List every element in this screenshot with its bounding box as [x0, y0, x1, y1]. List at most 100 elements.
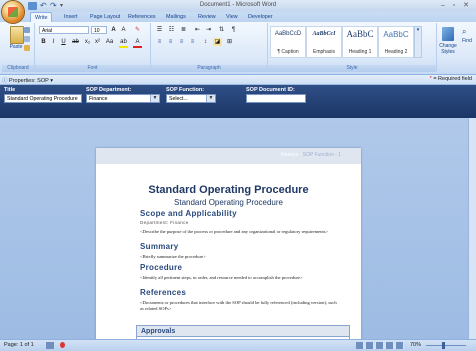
font-name-combo[interactable]: Arial [39, 26, 89, 34]
highlight-icon[interactable]: ab [119, 38, 128, 48]
document-subtitle[interactable]: Standard Operating Procedure [96, 198, 361, 207]
references-text[interactable]: <Documents or procedures that interface … [140, 300, 340, 312]
borders-icon[interactable]: ⊞ [225, 38, 234, 46]
style-emphasis[interactable]: AaBbCcI Emphasis [306, 26, 342, 58]
decrease-indent-icon[interactable]: ⇤ [193, 26, 202, 34]
style-heading-1[interactable]: AaBbC Heading 1 [342, 26, 378, 58]
approvals-heading: Approvals [137, 326, 349, 337]
undo-icon[interactable]: ↶ [40, 2, 49, 10]
sort-icon[interactable]: ⇅ [217, 26, 226, 34]
bold-icon[interactable]: B [39, 38, 48, 46]
bullets-icon[interactable]: ☰ [155, 26, 164, 34]
multilevel-list-icon[interactable]: ≣ [179, 26, 188, 34]
save-icon[interactable] [28, 2, 37, 10]
department-line[interactable]: Department: Finance [140, 220, 340, 226]
document-information-panel: Title Standard Operating Procedure SOP D… [0, 85, 476, 118]
page-header[interactable]: Finance - SOP Function - 1 [96, 148, 361, 164]
copy-icon[interactable] [24, 36, 30, 42]
tab-developer[interactable]: Developer [244, 12, 277, 22]
subscript-icon[interactable]: x₂ [83, 38, 92, 46]
heading-scope[interactable]: Scope and Applicability [140, 209, 237, 218]
shrink-font-icon[interactable]: A [119, 26, 128, 34]
procedure-text[interactable]: <Identify all pertinent steps, in order,… [140, 275, 340, 281]
numbering-icon[interactable]: ☷ [167, 26, 176, 34]
tab-references[interactable]: References [124, 12, 160, 22]
strikethrough-icon[interactable]: ab [71, 38, 80, 46]
group-label-clipboard: Clipboard [2, 65, 34, 72]
document-page[interactable]: Finance - SOP Function - 1 Standard Oper… [96, 148, 361, 339]
function-dropdown[interactable]: Select... ▼ [166, 94, 216, 103]
paste-icon[interactable] [10, 26, 24, 44]
style-caption[interactable]: AaBbCcD ¶ Caption [270, 26, 306, 58]
cut-icon[interactable] [24, 27, 30, 33]
styles-scroll-icon[interactable]: ▾ [414, 26, 422, 58]
zoom-slider-handle[interactable] [442, 342, 445, 349]
ribbon-tabs: Write Insert Page Layout References Mail… [0, 12, 476, 22]
find-button[interactable]: Find [460, 38, 474, 44]
title-label: Title [4, 87, 16, 93]
properties-label: Properties: SOP [9, 78, 49, 84]
zoom-level[interactable]: 70% [410, 342, 421, 348]
vertical-scrollbar[interactable] [468, 118, 476, 339]
superscript-icon[interactable]: x² [93, 38, 102, 46]
style-name: Heading 2 [384, 49, 408, 55]
document-canvas[interactable]: Finance - SOP Function - 1 Standard Oper… [0, 118, 468, 339]
macro-record-icon[interactable] [60, 342, 65, 348]
approvals-table[interactable]: Approvals [136, 325, 350, 339]
justify-icon[interactable]: ≡ [188, 38, 197, 46]
paste-button[interactable]: Paste [6, 44, 26, 50]
font-size-combo[interactable]: 10 [91, 26, 107, 34]
heading-procedure[interactable]: Procedure [140, 263, 182, 272]
heading-references[interactable]: References [140, 288, 186, 297]
increase-indent-icon[interactable]: ⇥ [204, 26, 213, 34]
change-styles-icon[interactable] [442, 27, 454, 41]
qat-customize-icon[interactable]: ▾ [60, 2, 69, 10]
title-field[interactable]: Standard Operating Procedure [4, 94, 82, 103]
properties-title[interactable]: ⓘ Properties: SOP ▾ [2, 76, 53, 84]
underline-icon[interactable]: U [59, 38, 68, 46]
department-dropdown[interactable]: Finance ▼ [86, 94, 160, 103]
change-styles-button[interactable]: Change Styles [437, 43, 459, 55]
chevron-down-icon[interactable]: ▾ [50, 78, 53, 84]
redo-icon[interactable]: ↷ [50, 2, 59, 10]
document-title[interactable]: Standard Operating Procedure [96, 184, 361, 196]
page-count[interactable]: Page: 1 of 1 [4, 342, 34, 348]
heading-summary[interactable]: Summary [140, 242, 179, 251]
office-button[interactable] [2, 1, 24, 23]
status-bar: Page: 1 of 1 70% [0, 339, 476, 351]
zoom-slider[interactable] [426, 345, 466, 346]
style-heading-2[interactable]: AaBbC Heading 2 [378, 26, 414, 58]
font-color-icon[interactable]: A [133, 38, 142, 48]
line-spacing-icon[interactable]: ↕ [201, 38, 210, 46]
summary-text[interactable]: <Briefly summarize the procedure> [140, 254, 340, 260]
tab-mailings[interactable]: Mailings [162, 12, 190, 22]
chevron-down-icon[interactable]: ▼ [150, 95, 159, 102]
binoculars-icon[interactable]: ⌕ [462, 27, 472, 37]
italic-icon[interactable]: I [49, 38, 58, 46]
tab-write[interactable]: Write [30, 12, 53, 22]
shading-icon[interactable]: ◪ [213, 38, 222, 46]
format-painter-icon[interactable] [24, 45, 30, 51]
align-right-icon[interactable]: ≡ [177, 38, 186, 46]
tab-page-layout[interactable]: Page Layout [86, 12, 124, 22]
office-logo-icon [8, 7, 18, 17]
view-buttons[interactable] [356, 342, 404, 349]
tab-insert[interactable]: Insert [60, 12, 81, 22]
chevron-down-icon[interactable]: ▼ [206, 95, 215, 102]
tab-view[interactable]: View [222, 12, 242, 22]
document-properties-bar: ⓘ Properties: SOP ▾ * = Required field [0, 75, 476, 85]
group-label-font: Font [35, 65, 150, 72]
align-left-icon[interactable]: ≡ [155, 38, 164, 46]
show-marks-icon[interactable]: ¶ [229, 26, 238, 34]
grow-font-icon[interactable]: A [109, 26, 118, 34]
align-center-icon[interactable]: ≡ [166, 38, 175, 46]
document-id-field[interactable] [246, 94, 306, 103]
style-name: Heading 1 [348, 49, 372, 55]
window-controls[interactable]: – ▫ ✕ [441, 1, 472, 9]
clear-format-icon[interactable]: ✎ [133, 26, 142, 34]
scope-text[interactable]: <Describe the purpose of the process or … [140, 229, 340, 235]
proofing-icon[interactable] [46, 342, 54, 349]
tab-review[interactable]: Review [194, 12, 220, 22]
change-case-icon[interactable]: Aa [105, 38, 114, 46]
info-icon: ⓘ [2, 78, 8, 84]
